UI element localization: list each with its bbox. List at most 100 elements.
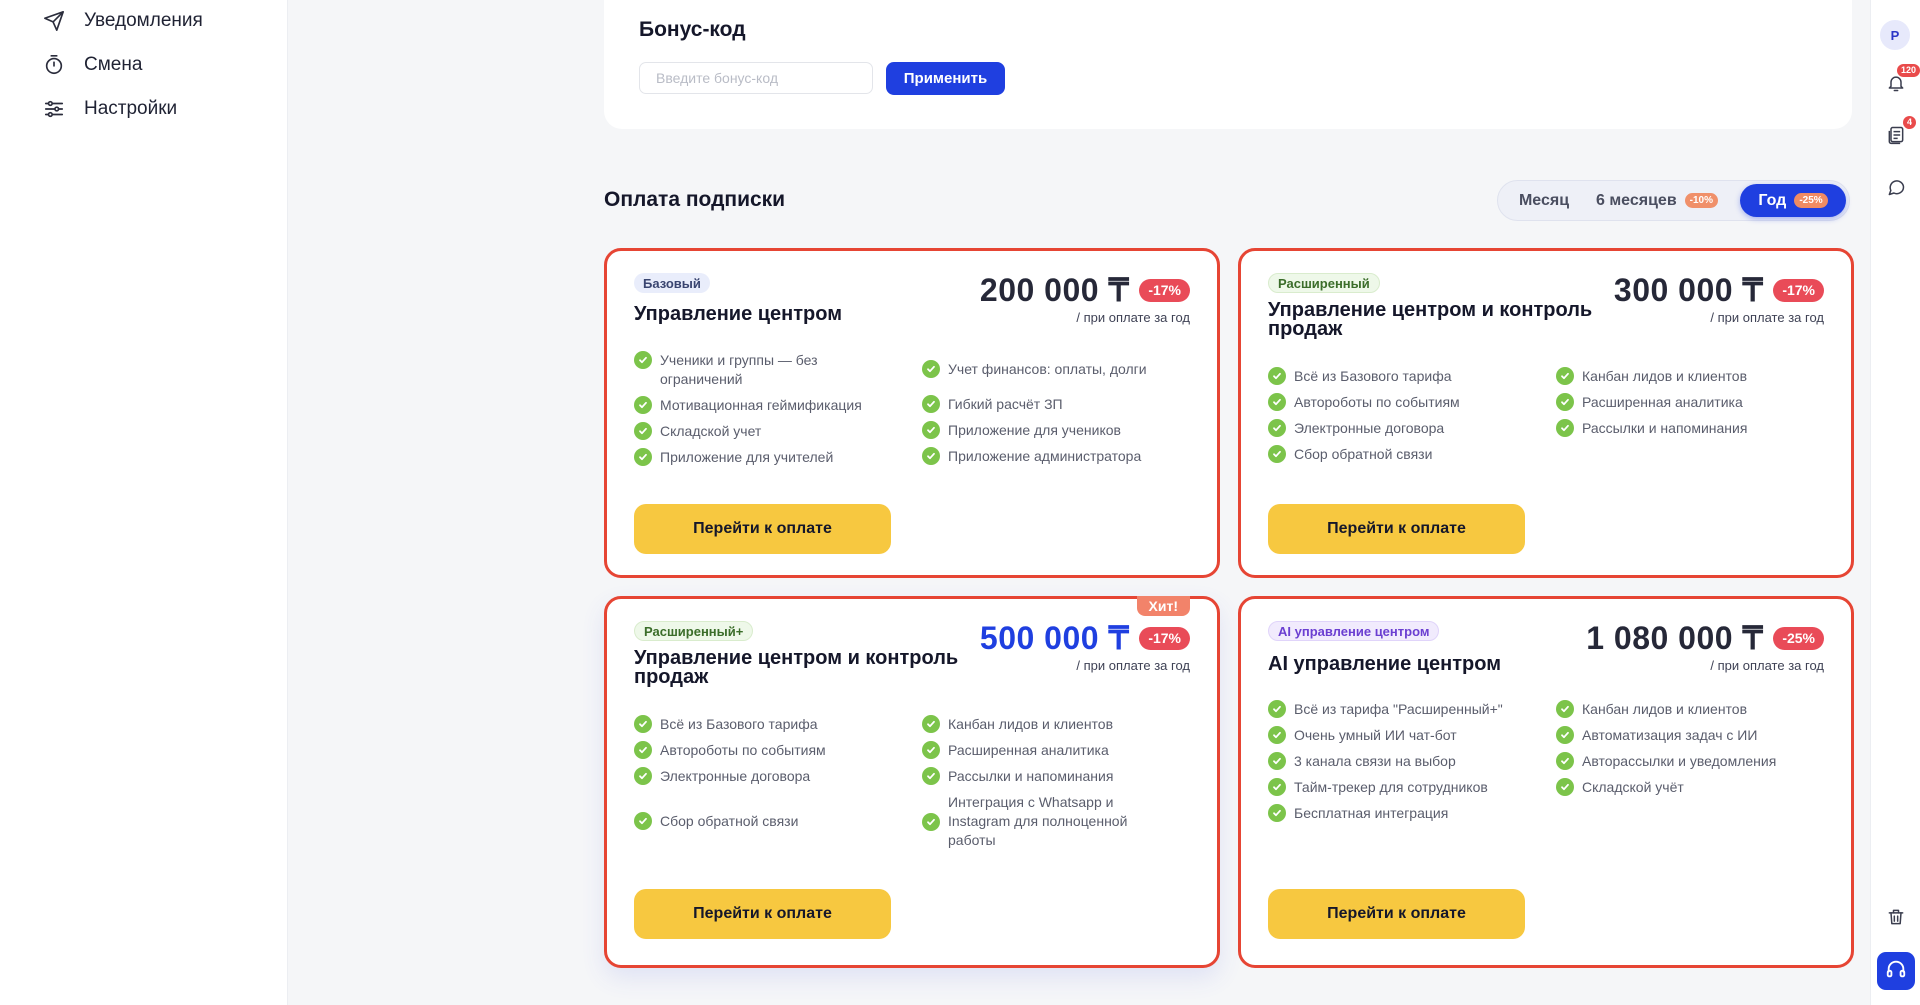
plan-name: AI управление центром bbox=[1268, 653, 1502, 675]
check-icon bbox=[1268, 726, 1286, 744]
feature-item: Бесплатная интеграция bbox=[1268, 804, 1556, 823]
check-icon bbox=[1556, 367, 1574, 385]
feature-item: Канбан лидов и клиентов bbox=[922, 715, 1210, 734]
plan-price: 200 000 ₸ bbox=[979, 272, 1130, 308]
feature-item: Приложение для учителей bbox=[634, 448, 922, 467]
features-list-right: Канбан лидов и клиентов Расширенная анал… bbox=[1556, 367, 1844, 445]
price-note: / при оплате за год bbox=[1710, 658, 1824, 673]
pay-button[interactable]: Перейти к оплате bbox=[1268, 889, 1525, 939]
avatar[interactable]: P bbox=[1880, 20, 1910, 50]
check-icon bbox=[922, 715, 940, 733]
feature-item: Приложение для учеников bbox=[922, 421, 1210, 440]
sidebar-item-settings[interactable]: Настройки bbox=[40, 92, 177, 126]
pay-button[interactable]: Перейти к оплате bbox=[634, 889, 891, 939]
plan-price: 1 080 000 ₸ bbox=[1586, 620, 1764, 656]
bonus-code-panel: Бонус-код Применить bbox=[604, 0, 1852, 129]
discount-badge: -25% bbox=[1773, 626, 1824, 650]
check-icon bbox=[922, 767, 940, 785]
discount-badge: -17% bbox=[1139, 278, 1190, 302]
feature-item: Складской учёт bbox=[1556, 778, 1844, 797]
send-icon bbox=[40, 7, 68, 35]
check-icon bbox=[922, 447, 940, 465]
bonus-code-input[interactable] bbox=[639, 62, 873, 94]
feature-text: Авторассылки и уведомления bbox=[1582, 753, 1777, 769]
feature-text: Канбан лидов и клиентов bbox=[948, 716, 1114, 732]
plan-price: 500 000 ₸ bbox=[979, 620, 1130, 656]
check-icon bbox=[1268, 367, 1286, 385]
feature-text: Электронные договора bbox=[1294, 420, 1445, 436]
pay-button[interactable]: Перейти к оплате bbox=[634, 504, 891, 554]
feature-item: Всё из тарифа "Расширенный+" bbox=[1268, 700, 1556, 719]
plan-card-extended: Расширенный Управление центром и контрол… bbox=[1238, 248, 1854, 578]
feature-item: Расширенная аналитика bbox=[1556, 393, 1844, 412]
feature-text: Ученики и группы — без ограничений bbox=[660, 352, 818, 387]
feature-item: Расширенная аналитика bbox=[922, 741, 1210, 760]
check-icon bbox=[1556, 393, 1574, 411]
feature-text: Автороботы по событиям bbox=[660, 742, 826, 758]
check-icon bbox=[634, 741, 652, 759]
feature-item: Ученики и группы — без ограничений bbox=[634, 351, 922, 389]
sidebar: Уведомления Смена Настройки bbox=[0, 0, 288, 1005]
period-discount-badge: -10% bbox=[1684, 193, 1719, 208]
feature-text: Складской учет bbox=[660, 423, 762, 439]
period-month-tab[interactable]: Месяц bbox=[1502, 184, 1586, 217]
features-list-left: Всё из Базового тарифа Автороботы по соб… bbox=[634, 715, 922, 838]
headphones-icon bbox=[1885, 958, 1907, 985]
plan-card-extended-plus: Хит! Расширенный+ Управление центром и к… bbox=[604, 596, 1220, 968]
feature-text: Учет финансов: оплаты, долги bbox=[948, 361, 1147, 377]
check-icon bbox=[922, 360, 940, 378]
support-button[interactable] bbox=[1877, 952, 1915, 990]
check-icon bbox=[634, 715, 652, 733]
feature-item: Сбор обратной связи bbox=[1268, 445, 1556, 464]
feature-item: Складской учет bbox=[634, 422, 922, 441]
pay-button[interactable]: Перейти к оплате bbox=[1268, 504, 1525, 554]
feature-text: Всё из Базового тарифа bbox=[1294, 368, 1452, 384]
notifications-button[interactable]: 120 bbox=[1881, 63, 1920, 100]
feature-item: Автороботы по событиям bbox=[1268, 393, 1556, 412]
feature-item: Приложение администратора bbox=[922, 447, 1210, 466]
trash-button[interactable] bbox=[1881, 904, 1911, 934]
discount-badge: -17% bbox=[1139, 626, 1190, 650]
feature-text: Гибкий расчёт ЗП bbox=[948, 396, 1063, 412]
feature-text: Очень умный ИИ чат-бот bbox=[1294, 727, 1457, 743]
plan-card-basic: Базовый Управление центром 200 000 ₸ -17… bbox=[604, 248, 1220, 578]
plan-name: Управление центром и контроль продаж bbox=[634, 647, 959, 688]
sidebar-item-label: Настройки bbox=[84, 98, 178, 119]
period-year-tab[interactable]: Год -25% bbox=[1740, 184, 1846, 217]
feature-item: Интеграция с Whatsapp и Instagram для по… bbox=[922, 793, 1210, 850]
apply-bonus-button[interactable]: Применить bbox=[886, 62, 1005, 95]
feature-text: Приложение для учеников bbox=[948, 422, 1121, 438]
feature-text: Бесплатная интеграция bbox=[1294, 805, 1449, 821]
feature-item: Электронные договора bbox=[634, 767, 922, 786]
sidebar-item-label: Уведомления bbox=[84, 10, 203, 31]
plan-tag: Базовый bbox=[634, 273, 710, 293]
feature-item: Канбан лидов и клиентов bbox=[1556, 367, 1844, 386]
feature-text: Всё из тарифа "Расширенный+" bbox=[1294, 701, 1503, 717]
sidebar-item-shift[interactable]: Смена bbox=[40, 48, 142, 82]
feature-item: Учет финансов: оплаты, долги bbox=[922, 360, 1210, 379]
check-icon bbox=[922, 741, 940, 759]
feature-item: Электронные договора bbox=[1268, 419, 1556, 438]
period-6-months-tab[interactable]: 6 месяцев -10% bbox=[1588, 184, 1726, 217]
price-row: 300 000 ₸ -17% bbox=[1614, 271, 1824, 309]
check-icon bbox=[1556, 419, 1574, 437]
sidebar-item-notifications[interactable]: Уведомления bbox=[40, 4, 203, 38]
plan-name: Управление центром и контроль продаж bbox=[1268, 299, 1593, 340]
check-icon bbox=[634, 767, 652, 785]
feature-text: Складской учёт bbox=[1582, 779, 1684, 795]
feature-item: Канбан лидов и клиентов bbox=[1556, 700, 1844, 719]
feature-text: Канбан лидов и клиентов bbox=[1582, 701, 1748, 717]
feature-text: Интеграция с Whatsapp и Instagram для по… bbox=[948, 794, 1128, 848]
check-icon bbox=[1556, 778, 1574, 796]
feature-item: Авторассылки и уведомления bbox=[1556, 752, 1844, 771]
check-icon bbox=[1268, 778, 1286, 796]
feature-text: Сбор обратной связи bbox=[660, 813, 799, 829]
check-icon bbox=[922, 395, 940, 413]
check-icon bbox=[1268, 445, 1286, 463]
timer-icon bbox=[40, 51, 68, 79]
feature-text: Рассылки и напоминания bbox=[948, 768, 1114, 784]
feature-text: Сбор обратной связи bbox=[1294, 446, 1433, 462]
chat-button[interactable] bbox=[1881, 174, 1911, 204]
check-icon bbox=[634, 812, 652, 830]
documents-button[interactable]: 4 bbox=[1881, 115, 1917, 152]
